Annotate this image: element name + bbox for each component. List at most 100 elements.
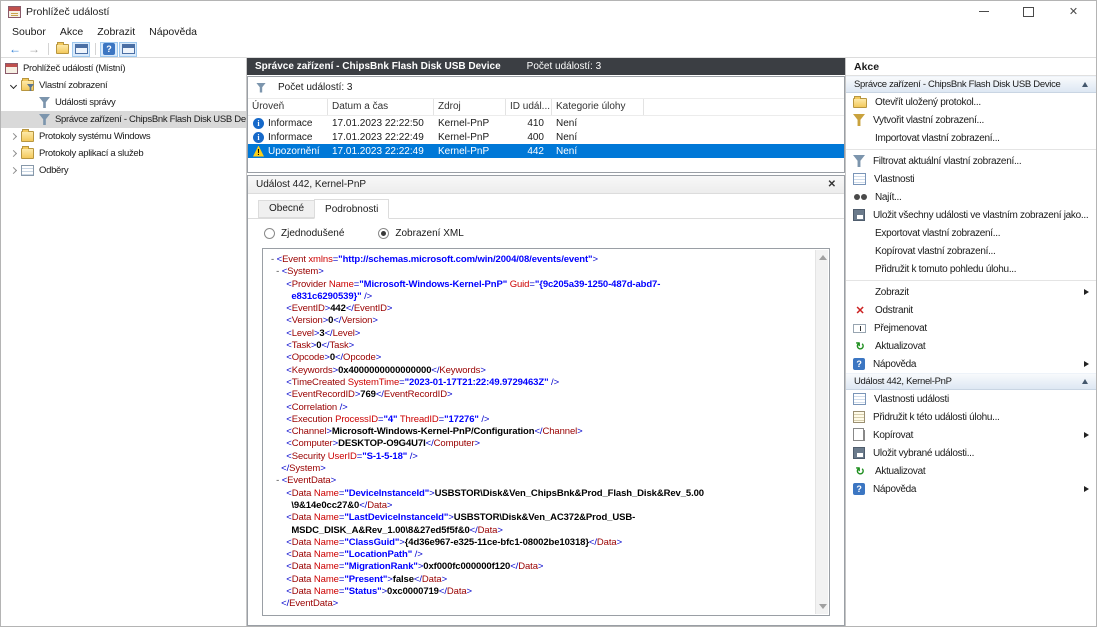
column-header[interactable]: Úroveň xyxy=(248,99,328,115)
action-item[interactable]: Exportovat vlastní zobrazení... xyxy=(846,224,1096,242)
action-item[interactable]: Vlastnosti události xyxy=(846,390,1096,408)
action-item-label: Přejmenovat xyxy=(874,323,1089,334)
console-window-button[interactable] xyxy=(72,42,90,57)
action-item[interactable]: Nápověda xyxy=(846,480,1096,498)
help-icon xyxy=(853,483,865,495)
folder-icon xyxy=(21,131,34,142)
chevron-right-icon[interactable] xyxy=(8,132,20,142)
event-table-header: ÚroveňDatum a časZdrojID udál...Kategori… xyxy=(248,99,844,116)
tree-item[interactable]: Protokoly aplikací a služeb xyxy=(1,145,246,162)
column-header[interactable]: ID udál... xyxy=(506,99,552,115)
content-pane: Správce zařízení - ChipsBnk Flash Disk U… xyxy=(247,58,845,626)
menu-item-3[interactable]: Nápověda xyxy=(142,23,204,41)
tree-item-label: Odběry xyxy=(39,165,68,176)
action-item[interactable]: Přidružit k této události úlohu... xyxy=(846,408,1096,426)
chevron-down-icon[interactable] xyxy=(8,81,20,91)
close-button[interactable] xyxy=(1051,1,1096,22)
menu-item-1[interactable]: Akce xyxy=(53,23,90,41)
action-item-label: Kopírovat vlastní zobrazení... xyxy=(875,246,1089,257)
action-item[interactable]: Filtrovat aktuální vlastní zobrazení... xyxy=(846,152,1096,170)
menu-bar: SouborAkceZobrazitNápověda xyxy=(1,22,1096,41)
tree-item[interactable]: Události správy xyxy=(1,94,246,111)
xml-line: <Data Name="Status">0xc0000719</Data> xyxy=(271,586,812,598)
action-item[interactable]: Vlastnosti xyxy=(846,170,1096,188)
tree-item-label: Protokoly aplikací a služeb xyxy=(39,148,143,159)
tab-podrobnosti[interactable]: Podrobnosti xyxy=(314,199,389,219)
info-icon xyxy=(253,118,264,129)
action-item-label: Importovat vlastní zobrazení... xyxy=(875,133,1089,144)
action-item[interactable]: Zobrazit xyxy=(846,283,1096,301)
minimize-button[interactable] xyxy=(961,1,1006,22)
chevron-right-icon[interactable] xyxy=(8,149,20,159)
tree-item[interactable]: Odběry xyxy=(1,162,246,179)
event-row[interactable]: Upozornění17.01.2023 22:22:49Kernel-PnP4… xyxy=(248,144,844,158)
tree-item[interactable]: Prohlížeč událostí (Místní) xyxy=(1,60,246,77)
event-count-label: Počet událostí: 3 xyxy=(278,82,353,93)
collapse-icon[interactable] xyxy=(1082,379,1088,384)
tree-item-label: Protokoly systému Windows xyxy=(39,131,150,142)
show-tree-button[interactable] xyxy=(53,42,71,57)
blank-icon xyxy=(853,132,867,145)
collapse-icon[interactable] xyxy=(1082,82,1088,87)
xml-scrollbar[interactable] xyxy=(815,250,828,614)
action-item[interactable]: Aktualizovat xyxy=(846,462,1096,480)
toolbar xyxy=(1,41,1096,58)
xml-line: <Provider Name="Microsoft-Windows-Kernel… xyxy=(271,279,812,291)
back-button[interactable] xyxy=(6,42,24,57)
refresh-icon xyxy=(853,340,867,353)
action-item[interactable]: Kopírovat xyxy=(846,426,1096,444)
xml-line: - <System> xyxy=(271,266,812,278)
xml-line: <Computer>DESKTOP-O9G4U7I</Computer> xyxy=(271,438,812,450)
action-item[interactable]: Přidružit k tomuto pohledu úlohu... xyxy=(846,260,1096,278)
tab-obecne[interactable]: Obecné xyxy=(258,200,315,218)
scroll-down-icon[interactable] xyxy=(819,604,827,609)
close-icon[interactable] xyxy=(828,179,836,190)
action-item[interactable]: Uložit všechny události ve vlastním zobr… xyxy=(846,206,1096,224)
action-item[interactable]: Přejmenovat xyxy=(846,319,1096,337)
tree-item[interactable]: Vlastní zobrazení xyxy=(1,77,246,94)
filter-icon xyxy=(256,83,266,93)
maximize-button[interactable] xyxy=(1006,1,1051,22)
column-header[interactable]: Datum a čas xyxy=(328,99,434,115)
submenu-arrow-icon xyxy=(1084,289,1089,295)
folder-icon xyxy=(56,44,69,54)
action-item[interactable]: Uložit vybrané události... xyxy=(846,444,1096,462)
tree-item[interactable]: Správce zařízení - ChipsBnk Flash Disk U… xyxy=(1,111,246,128)
action-item[interactable]: Vytvořit vlastní zobrazení... xyxy=(846,111,1096,129)
view-header-count: Počet událostí: 3 xyxy=(527,61,602,72)
refresh-icon xyxy=(853,465,867,478)
action-item-label: Odstranit xyxy=(875,305,1089,316)
column-header[interactable]: Zdroj xyxy=(434,99,506,115)
forward-button[interactable] xyxy=(25,42,43,57)
menu-item-0[interactable]: Soubor xyxy=(5,23,53,41)
xml-view-box: - <Event xmlns="http://schemas.microsoft… xyxy=(262,248,830,616)
level-cell: Informace xyxy=(248,132,328,143)
event-id-cell: 410 xyxy=(506,118,552,129)
action-section-header[interactable]: Správce zařízení - ChipsBnk Flash Disk U… xyxy=(846,76,1096,93)
radio-zjednodusene[interactable]: Zjednodušené xyxy=(264,228,344,239)
action-item[interactable]: Odstranit xyxy=(846,301,1096,319)
event-row[interactable]: Informace17.01.2023 22:22:49Kernel-PnP40… xyxy=(248,130,844,144)
tree-item-label: Události správy xyxy=(55,97,115,108)
help-button[interactable] xyxy=(100,42,118,57)
column-header[interactable]: Kategorie úlohy xyxy=(552,99,644,115)
properties-icon xyxy=(853,393,866,405)
category-cell: Není xyxy=(552,132,644,143)
action-section-header[interactable]: Událost 442, Kernel-PnP xyxy=(846,373,1096,390)
action-item[interactable]: Nápověda xyxy=(846,355,1096,373)
tree-item[interactable]: Protokoly systému Windows xyxy=(1,128,246,145)
action-item[interactable]: Otevřít uložený protokol... xyxy=(846,93,1096,111)
action-item[interactable]: Najít... xyxy=(846,188,1096,206)
action-section-title: Událost 442, Kernel-PnP xyxy=(854,376,1082,387)
open-log-icon xyxy=(853,98,867,108)
xml-line: <Data Name="LastDeviceInstanceId">USBSTO… xyxy=(271,512,812,524)
radio-zobrazeni-xml[interactable]: Zobrazení XML xyxy=(378,228,463,239)
action-pane-button[interactable] xyxy=(119,42,137,57)
funnel-blue-icon xyxy=(853,155,865,167)
action-item[interactable]: Importovat vlastní zobrazení... xyxy=(846,129,1096,147)
menu-item-2[interactable]: Zobrazit xyxy=(90,23,142,41)
scroll-up-icon[interactable] xyxy=(819,255,827,260)
event-row[interactable]: Informace17.01.2023 22:22:50Kernel-PnP41… xyxy=(248,116,844,130)
action-item[interactable]: Kopírovat vlastní zobrazení... xyxy=(846,242,1096,260)
action-item[interactable]: Aktualizovat xyxy=(846,337,1096,355)
